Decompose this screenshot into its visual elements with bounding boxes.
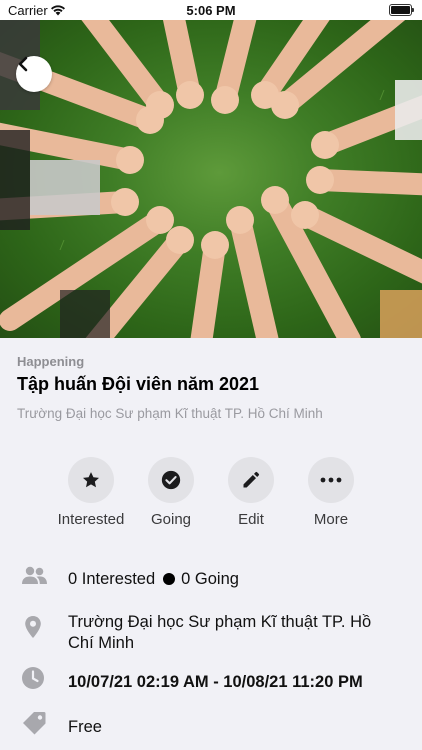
- battery-icon: [389, 4, 414, 16]
- more-button[interactable]: More: [286, 457, 376, 528]
- ellipsis-icon: [320, 477, 342, 483]
- people-icon: [22, 566, 47, 584]
- event-title: Tập huấn Đội viên năm 2021: [17, 374, 260, 394]
- pencil-icon: [243, 471, 260, 488]
- hands-in-circle-photo: [0, 20, 422, 338]
- more-label: More: [313, 511, 349, 528]
- event-datetime: 10/07/21 02:19 AM - 10/08/21 11:20 PM: [68, 673, 363, 691]
- clock-icon: [22, 667, 44, 689]
- event-status-label: Happening: [17, 354, 85, 369]
- going-count: 0 Going: [181, 570, 239, 588]
- event-actions: Interested Going Edit More: [0, 457, 422, 537]
- event-location-subtitle: Trường Đại học Sư phạm Kĩ thuật TP. Hồ C…: [17, 406, 323, 421]
- star-icon: [83, 472, 99, 488]
- interested-label: Interested: [57, 511, 125, 528]
- event-price: Free: [68, 718, 102, 736]
- interested-count: 0 Interested: [68, 570, 156, 588]
- check-circle-icon: [161, 470, 181, 490]
- going-button[interactable]: Going: [126, 457, 216, 528]
- location-pin-icon: [25, 616, 41, 638]
- edit-label: Edit: [238, 511, 264, 528]
- status-bar: Carrier 5:06 PM: [0, 0, 422, 20]
- interested-button[interactable]: Interested: [46, 457, 136, 528]
- event-location: Trường Đại học Sư phạm Kĩ thuật TP. Hồ C…: [68, 613, 372, 652]
- edit-button[interactable]: Edit: [206, 457, 296, 528]
- going-label: Going: [150, 511, 192, 528]
- chevron-left-icon: [18, 56, 28, 72]
- price-tag-icon: [23, 712, 46, 735]
- back-button[interactable]: [16, 56, 52, 92]
- status-time: 5:06 PM: [186, 3, 236, 18]
- separator-dot: [163, 573, 176, 585]
- event-cover-photo: [0, 20, 422, 338]
